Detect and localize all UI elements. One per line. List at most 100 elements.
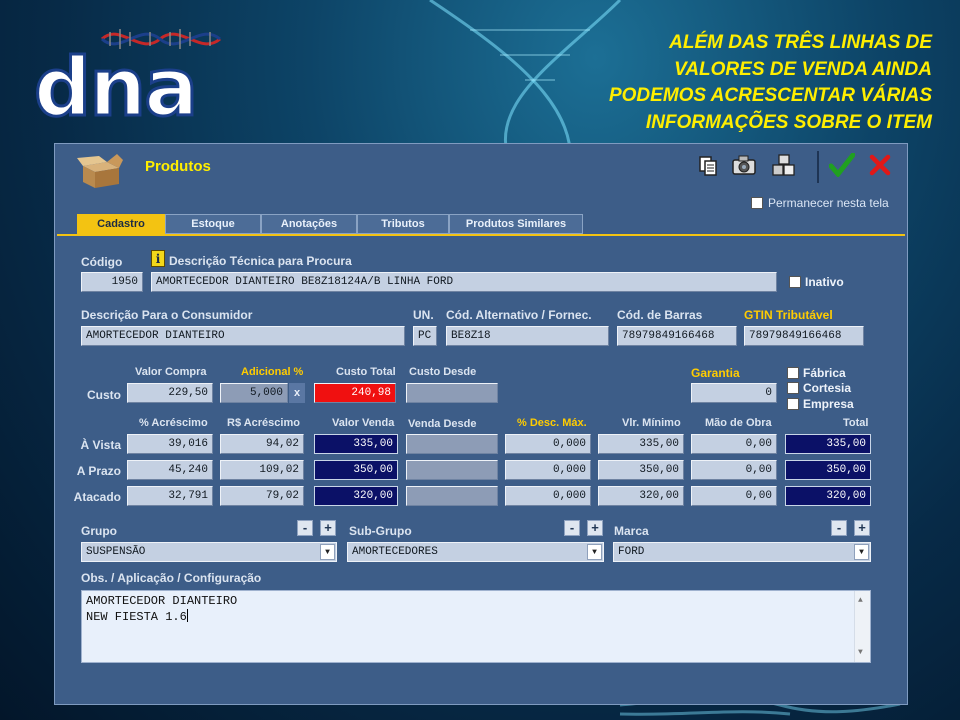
obs-textarea[interactable]: AMORTECEDOR DIANTEIRO NEW FIESTA 1.6 ▲ ▼ [81,590,871,663]
acrescimo-pct-field[interactable]: 45,240 [127,460,213,480]
confirm-check-icon [829,153,855,177]
mao-obra-field[interactable]: 0,00 [691,460,777,480]
garantia-cortesia-option[interactable]: Cortesia [787,381,851,395]
cod-alt-field[interactable]: BE8Z18 [446,326,609,346]
garantia-field[interactable]: 0 [691,383,777,403]
acrescimo-rs-field[interactable]: 94,02 [220,434,304,454]
vlr-minimo-field[interactable]: 320,00 [598,486,684,506]
acrescimo-pct-field[interactable]: 39,016 [127,434,213,454]
boxes-button[interactable] [771,152,797,178]
tab-produtos-similares[interactable]: Produtos Similares [449,214,583,234]
chevron-down-icon[interactable]: ▼ [587,544,602,560]
desc-max-field[interactable]: 0,000 [505,460,591,480]
garantia-label: Garantia [691,366,740,380]
total-field[interactable]: 335,00 [785,434,871,454]
total-field[interactable]: 320,00 [785,486,871,506]
confirm-button[interactable] [829,152,855,178]
col-total: Total [843,417,869,429]
total-field[interactable]: 350,00 [785,460,871,480]
cancel-button[interactable] [867,152,893,178]
vlr-minimo-field[interactable]: 350,00 [598,460,684,480]
cancel-x-icon [869,154,891,176]
subgrupo-minus-button[interactable]: - [564,520,580,536]
un-field[interactable]: PC [413,326,437,346]
subgrupo-select[interactable]: AMORTECEDORES ▼ [347,542,604,562]
col-desc-max: % Desc. Máx. [517,417,587,429]
camera-button[interactable] [731,152,757,178]
tab-anotacoes[interactable]: Anotações [261,214,357,234]
custo-total-label: Custo Total [336,366,396,378]
empresa-checkbox[interactable] [787,398,799,410]
desc-max-field[interactable]: 0,000 [505,434,591,454]
marca-minus-button[interactable]: - [831,520,847,536]
adicional-field[interactable]: 5,000 [220,383,288,403]
inativo-option[interactable]: Inativo [789,275,844,289]
subgrupo-plus-button[interactable]: + [587,520,603,536]
valor-compra-field[interactable]: 229,50 [127,383,213,403]
dna-logo: dna [32,26,224,134]
scroll-up-icon[interactable]: ▲ [858,593,863,608]
desc-tecnica-label: Descrição Técnica para Procura [169,254,352,268]
col-acrescimo-rs: R$ Acréscimo [227,417,300,429]
keep-on-screen-option[interactable]: Permanecer nesta tela [751,196,889,210]
grupo-plus-button[interactable]: + [320,520,336,536]
valor-venda-field[interactable]: 335,00 [314,434,398,454]
fabrica-label: Fábrica [803,366,846,380]
acrescimo-rs-field[interactable]: 79,02 [220,486,304,506]
venda-desde-field[interactable] [406,486,498,506]
toolbar-separator [817,151,819,183]
inativo-checkbox[interactable] [789,276,801,288]
venda-desde-field[interactable] [406,434,498,454]
marca-select[interactable]: FORD ▼ [613,542,871,562]
adicional-x-button[interactable]: x [289,383,305,403]
box-icon [77,154,123,188]
custo-row-label: Custo [87,388,121,402]
vlr-minimo-field[interactable]: 335,00 [598,434,684,454]
codigo-label: Código [81,255,123,269]
mao-obra-field[interactable]: 0,00 [691,486,777,506]
desc-tecnica-field[interactable]: AMORTECEDOR DIANTEIRO BE8Z18124A/B LINHA… [151,272,777,292]
grupo-select[interactable]: SUSPENSÃO ▼ [81,542,337,562]
tab-estoque[interactable]: Estoque [165,214,261,234]
tab-cadastro[interactable]: Cadastro [77,214,165,234]
scroll-down-icon[interactable]: ▼ [858,645,863,660]
desc-max-field[interactable]: 0,000 [505,486,591,506]
subgrupo-value: AMORTECEDORES [352,546,438,558]
headline-line: INFORMAÇÕES SOBRE O ITEM [645,111,932,133]
cod-barras-field[interactable]: 78979849166468 [617,326,737,346]
tab-bar: Cadastro Estoque Anotações Tributos Prod… [77,214,583,235]
acrescimo-pct-field[interactable]: 32,791 [127,486,213,506]
chevron-down-icon[interactable]: ▼ [854,544,869,560]
desc-consumidor-field[interactable]: AMORTECEDOR DIANTEIRO [81,326,405,346]
tab-tributos[interactable]: Tributos [357,214,449,234]
marca-plus-button[interactable]: + [854,520,870,536]
col-valor-venda: Valor Venda [332,417,395,429]
produtos-window: Produtos Permanecer nesta tela Cadastro … [54,143,908,705]
custo-total-field[interactable]: 240,98 [314,383,396,403]
acrescimo-rs-field[interactable]: 109,02 [220,460,304,480]
valor-venda-field[interactable]: 320,00 [314,486,398,506]
gtin-label: GTIN Tributável [744,308,833,322]
text-caret [186,609,188,622]
cortesia-checkbox[interactable] [787,382,799,394]
valor-venda-field[interactable]: 350,00 [314,460,398,480]
grupo-minus-button[interactable]: - [297,520,313,536]
keep-on-screen-checkbox[interactable] [751,197,763,209]
grupo-label: Grupo [81,524,117,538]
mao-obra-field[interactable]: 0,00 [691,434,777,454]
garantia-fabrica-option[interactable]: Fábrica [787,366,846,380]
chevron-down-icon[interactable]: ▼ [320,544,335,560]
marca-label: Marca [614,524,649,538]
window-title: Produtos [145,158,211,175]
garantia-empresa-option[interactable]: Empresa [787,397,854,411]
venda-desde-field[interactable] [406,460,498,480]
fabrica-checkbox[interactable] [787,367,799,379]
copy-button[interactable] [695,152,721,178]
obs-scrollbar[interactable]: ▲ ▼ [854,591,870,662]
logo-text: dna [32,41,199,134]
codigo-field[interactable]: 1950 [81,272,143,292]
info-icon[interactable]: i [151,250,165,267]
gtin-field[interactable]: 78979849166468 [744,326,864,346]
headline-line: ALÉM DAS TRÊS LINHAS DE [669,32,932,53]
custo-desde-field[interactable] [406,383,498,403]
